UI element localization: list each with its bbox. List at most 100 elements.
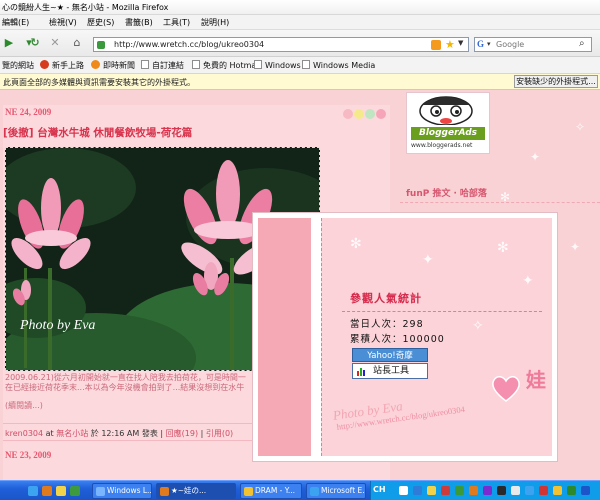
sparkle-icon: ✦ (522, 273, 534, 289)
reply-link[interactable]: 回應(19) (166, 429, 198, 438)
today-value: 298 (402, 319, 424, 330)
folder-icon (244, 487, 253, 496)
search-engine-dropdown-icon[interactable]: ▾ (487, 40, 491, 48)
url-bar[interactable]: http://www.wretch.cc/blog/ukreo0304 ★ ▼ (93, 37, 469, 52)
bookmark-windows[interactable]: Windows (254, 60, 301, 72)
ie-icon (310, 487, 319, 496)
taskbar-item[interactable]: Windows L... (92, 483, 152, 499)
forward-icon[interactable]: ▶ (2, 36, 16, 50)
tray-icon[interactable] (483, 486, 492, 495)
antivirus-icon[interactable] (539, 486, 548, 495)
taskbar-item-active[interactable]: ★~娃の... (156, 483, 236, 499)
taskbar-label: Windows L... (107, 486, 152, 495)
author-link[interactable]: kren0304 (5, 429, 43, 438)
ie-icon[interactable] (28, 486, 38, 496)
home-icon[interactable]: ⌂ (70, 36, 84, 50)
reload-icon[interactable]: ↻ (28, 36, 42, 50)
bookmark-label: Windows Media (313, 61, 376, 70)
bookmark-getting-started[interactable]: 新手上路 (40, 60, 84, 72)
bookmark-label: Windows (265, 61, 301, 70)
yahoo-button[interactable]: Yahoo!奇摩 (352, 348, 428, 362)
google-icon: G (477, 39, 485, 49)
bookmark-windows-media[interactable]: Windows Media (302, 60, 375, 72)
windows-taskbar: Windows L... ★~娃の... DRAM - Y... Microso… (0, 480, 600, 500)
page-content[interactable]: ✦ ✻ ✦ ✧ ✻ ✦ NE 24, 2009 [後撤] 台灣水牛城 休閒餐飲牧… (0, 90, 600, 480)
menu-tools[interactable]: 工具(T) (163, 17, 190, 28)
install-plugins-button[interactable]: 安裝缺少的外掛程式... (514, 75, 598, 88)
taskbar-label: DRAM - Y... (255, 486, 295, 495)
tray-icon[interactable] (427, 486, 436, 495)
firefox-icon[interactable] (42, 486, 52, 496)
sparkle-icon: ✻ (497, 240, 509, 256)
menu-help[interactable]: 說明(H) (201, 17, 229, 28)
url-dropdown-icon[interactable]: ▼ (458, 39, 463, 47)
url-text: http://www.wretch.cc/blog/ukreo0304 (114, 40, 265, 49)
help-icon[interactable] (399, 486, 408, 495)
webmaster-tools-button[interactable]: 站長工具 (352, 363, 428, 379)
excerpt-line: 在已經接近荷花季末...本以為今年沒機會拍到了...結果沒想到在水牛 (5, 383, 245, 392)
folder-icon[interactable] (56, 486, 66, 496)
menu-history[interactable]: 歷史(S) (87, 17, 114, 28)
page-icon (141, 60, 149, 69)
menu-edit[interactable]: 編輯(E) (2, 17, 29, 28)
post-title[interactable]: [後撤] 台灣水牛城 休閒餐飲牧場-荷花篇 (3, 125, 192, 140)
bookmark-latest-headlines[interactable]: 即時新聞 (91, 60, 135, 72)
read-more-link[interactable]: (續閱讀...) (5, 400, 43, 411)
bar-chart-icon (357, 368, 365, 376)
volume-icon[interactable] (567, 486, 576, 495)
bookmark-hotmail[interactable]: 免費的 Hotmail (192, 60, 261, 72)
plugin-info-bar: 此頁面全部的多媒體與資訊需要安裝其它的外掛程式。 安裝缺少的外掛程式... (0, 74, 600, 90)
today-visits: 當日人次：298 (350, 316, 424, 330)
today-label: 當日人次： (350, 319, 403, 330)
taskbar-label: Microsoft E... (321, 486, 366, 495)
bookmark-custom-links[interactable]: 自訂連結 (141, 60, 184, 72)
tray-icon[interactable] (469, 486, 478, 495)
dot-icon (365, 109, 375, 119)
bloggerads-banner[interactable]: BloggerAds www.bloggerads.net (406, 92, 490, 154)
window-title: 心の鏡紛人生~★ - 無名小站 - Mozilla Firefox (2, 3, 169, 12)
rss-feed-icon[interactable] (431, 40, 441, 50)
taskbar-item[interactable]: DRAM - Y... (240, 483, 302, 499)
counter-title: 參觀人氣統計 (350, 292, 422, 305)
total-label: 累積人次： (350, 334, 403, 345)
taskbar-item[interactable]: Microsoft E... (306, 483, 366, 499)
system-tray: CH (370, 481, 600, 500)
tray-icon[interactable] (455, 486, 464, 495)
menu-view[interactable]: 檢視(V) (49, 17, 77, 28)
input-language[interactable]: CH (373, 485, 386, 494)
search-box[interactable]: G ▾ ⌕ (474, 37, 592, 52)
bookmark-star-icon[interactable]: ★ (445, 38, 455, 51)
dot-icon (354, 109, 364, 119)
tray-icon[interactable] (553, 486, 562, 495)
tray-icon[interactable] (497, 486, 506, 495)
tray-icon[interactable] (511, 486, 520, 495)
tray-icon[interactable] (413, 486, 422, 495)
cartoon-face-icon (419, 96, 473, 125)
bookmark-most-visited[interactable]: 覽的網站 (2, 60, 34, 72)
post-time: 於 12:16 AM 發表 (90, 429, 158, 438)
excerpt-line: 2009.06.21)從六月初開始就一直在找人陪我去拍荷花，可是時間一 (5, 373, 246, 382)
tray-icon[interactable] (441, 486, 450, 495)
search-input[interactable] (496, 39, 576, 50)
tray-icon[interactable] (581, 486, 590, 495)
messenger-icon[interactable] (70, 486, 80, 496)
plugin-message: 此頁面全部的多媒體與資訊需要安裝其它的外掛程式。 (3, 78, 195, 87)
counter-box: ✻ ✦ ✻ ✧ ✦ 參觀人氣統計 當日人次：298 累積人次：100000 Ya… (321, 218, 552, 456)
bookmark-label: 覽的網站 (2, 61, 34, 70)
menu-bookmarks[interactable]: 書籤(B) (125, 17, 153, 28)
firefox-icon (160, 487, 169, 496)
bookmark-label: 自訂連結 (152, 61, 184, 70)
page-icon (302, 60, 310, 69)
bookmarks-toolbar: 覽的網站 新手上路 即時新聞 自訂連結 免費的 Hotmail Windows … (0, 57, 600, 74)
post-footer: kren0304 at 無名小站 於 12:16 AM 發表 | 回應(19) … (3, 423, 258, 441)
funp-heading[interactable]: funP 推文 ‧ 哈部落 (406, 186, 487, 199)
divider (400, 202, 600, 203)
post-date: NE 24, 2009 (5, 107, 52, 117)
network-icon[interactable] (525, 486, 534, 495)
sparkle-icon: ✦ (422, 252, 434, 268)
stop-icon[interactable]: ✕ (48, 36, 62, 50)
trackback-link[interactable]: 引用(0) (206, 429, 233, 438)
site-link[interactable]: 無名小站 (56, 429, 88, 438)
wa-character: 娃 (526, 368, 546, 392)
search-icon[interactable]: ⌕ (579, 38, 585, 49)
